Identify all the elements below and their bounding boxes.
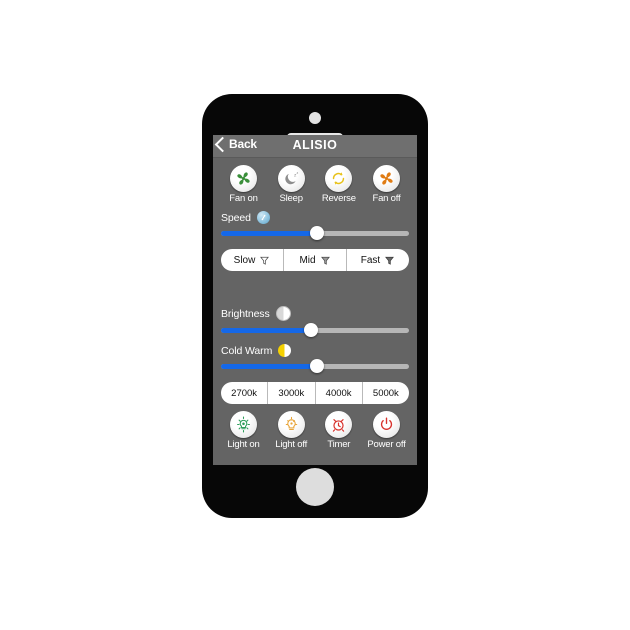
color-temp-2700k-label: 2700k [231,387,258,399]
brightness-slider-fill [221,328,312,333]
cold-warm-slider-fill [221,364,317,369]
color-temp-2700k[interactable]: 2700k [221,382,269,404]
reverse-disc [325,165,353,192]
speed-preset-slow[interactable]: Slow [221,249,284,271]
page-title: ALISIO [292,138,338,152]
light-on-label: Light on [227,439,260,450]
power-off-label: Power off [367,439,406,450]
phone-screen: Back ALISIO Fan on z z Sleep Reverse Fan… [213,135,417,465]
speed-slider-header: Speed [221,211,409,224]
timer-disc [325,411,353,438]
color-temperature-group: 2700k 3000k 4000k 5000k [221,382,409,404]
speed-slider-thumb[interactable] [309,226,324,240]
light-control-row: Light on Light off Timer Power off [221,411,409,450]
power-off-button[interactable]: Power off [364,411,409,450]
reverse-label: Reverse [321,193,356,204]
speed-preset-mid[interactable]: Mid [284,249,347,271]
brightness-slider-thumb[interactable] [304,323,319,337]
fan-off-button[interactable]: Fan off [364,165,409,204]
speed-preset-group: Slow Mid Fast [221,249,409,271]
fan-control-row: Fan on z z Sleep Reverse Fan off [221,165,409,204]
power-icon [380,417,393,430]
bulb-off-icon [285,416,297,430]
fan-off-label: Fan off [372,193,401,204]
moon-sleep-icon: z z [284,171,298,185]
alarm-clock-icon [333,419,345,432]
fan-on-button[interactable]: Fan on [221,165,266,204]
navigation-bar: Back ALISIO [213,135,417,158]
half-circle-white-icon [275,306,291,321]
front-camera-icon [309,112,321,124]
half-circle-yellow-icon [278,344,292,357]
content-area: Fan on z z Sleep Reverse Fan off Speed S… [213,165,417,450]
reverse-loop-icon [333,172,345,185]
fan-on-label: Fan on [229,193,258,204]
power-off-disc [372,411,400,438]
cold-warm-slider[interactable] [221,359,409,373]
color-temp-3000k-label: 3000k [278,387,305,399]
speed-fan-glyph [261,214,266,221]
speed-preset-fast-label: Fast [360,254,381,266]
speed-slider[interactable] [221,226,409,240]
sleep-button[interactable]: z z Sleep [269,165,314,204]
timer-label: Timer [327,439,351,450]
speed-preset-mid-label: Mid [299,254,316,266]
section-divider-gap [221,271,409,299]
fan-blade-light-icon [260,256,270,265]
color-temp-4000k[interactable]: 4000k [316,382,363,404]
phone-frame: Back ALISIO Fan on z z Sleep Reverse Fan… [202,94,428,518]
fan-icon [237,172,250,185]
light-off-button[interactable]: Light off [269,411,314,450]
svg-text:z: z [296,171,298,175]
speed-preset-slow-label: Slow [233,254,256,266]
cold-warm-label: Cold Warm [221,344,273,357]
light-off-disc [277,411,305,438]
fan-on-disc [230,165,257,192]
fan-blade-solid-icon [385,256,395,265]
light-on-disc [230,411,257,438]
fan-icon [380,172,393,185]
color-temp-5000k-label: 5000k [372,387,399,399]
color-temp-3000k[interactable]: 3000k [268,382,316,404]
cold-warm-slider-thumb[interactable] [309,359,324,373]
brightness-label: Brightness [221,307,270,320]
timer-button[interactable]: Timer [316,411,361,450]
brightness-slider-header: Brightness [221,306,409,321]
light-on-button[interactable]: Light on [221,411,266,450]
speed-label: Speed [221,211,251,224]
bulb-on-icon [237,416,250,433]
screenshot-stage: Back ALISIO Fan on z z Sleep Reverse Fan… [0,0,630,630]
reverse-button[interactable]: Reverse [316,165,361,204]
fan-blade-medium-icon [320,256,330,265]
home-button[interactable] [296,468,334,506]
speed-preset-fast[interactable]: Fast [347,249,409,271]
sleep-disc: z z [277,165,305,192]
color-temp-5000k[interactable]: 5000k [363,382,409,404]
light-off-label: Light off [275,439,308,450]
color-temp-4000k-label: 4000k [325,387,352,399]
sleep-label: Sleep [279,193,304,204]
speed-fan-icon [256,211,270,224]
speed-slider-fill [221,231,317,236]
cold-warm-slider-header: Cold Warm [221,344,409,357]
fan-off-disc [372,165,400,192]
brightness-slider[interactable] [221,323,409,337]
